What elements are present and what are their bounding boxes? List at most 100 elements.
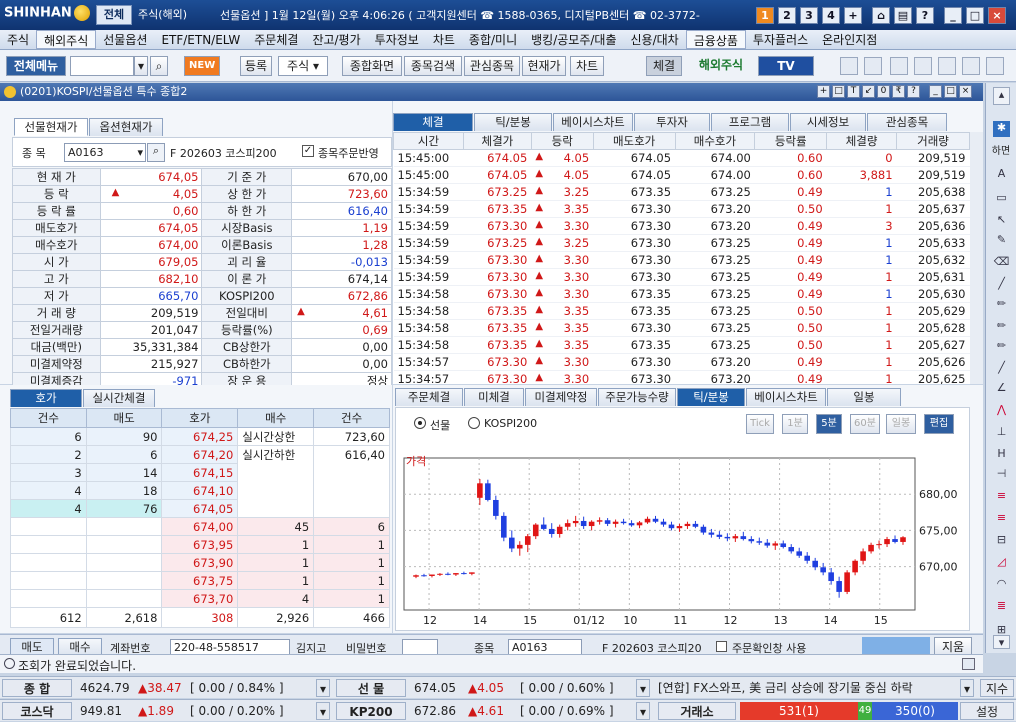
tab-options-price[interactable]: 옵션현재가 <box>89 118 163 136</box>
menu-search-input[interactable] <box>70 56 134 76</box>
window-add-button[interactable]: + <box>817 85 830 98</box>
scroll-down-icon[interactable]: ▾ <box>993 635 1010 649</box>
maximize-button[interactable]: □ <box>966 7 984 24</box>
fib-tool-icon[interactable]: ≡ <box>993 489 1010 503</box>
kosdaq-dropdown[interactable]: ▾ <box>316 702 330 720</box>
line-tool-icon[interactable]: ╱ <box>993 277 1010 291</box>
help-icon[interactable]: ? <box>916 7 934 24</box>
tab-chart-5[interactable]: 베이시스차트 <box>746 388 826 406</box>
interval-1min[interactable]: 1분 <box>782 414 808 434</box>
news-ticker[interactable]: [연합] FX스와프, 美 금리 상승에 장기물 중심 하락 <box>658 679 913 697</box>
ask-qty[interactable]: 6 <box>85 445 163 464</box>
menu-order[interactable]: 주문체결 <box>247 30 305 49</box>
interval-tick[interactable]: Tick <box>746 414 774 434</box>
window-restore-button[interactable]: □ <box>832 85 845 98</box>
interval-5min[interactable]: 5분 <box>816 414 842 434</box>
fan-tool-icon[interactable]: ◿ <box>993 555 1010 569</box>
tab-trade-5[interactable]: 시세정보 <box>790 113 866 131</box>
clear-button[interactable]: 지움 <box>934 637 972 654</box>
tab-chart-4[interactable]: 틱/분봉 <box>677 388 745 406</box>
scroll-up-icon[interactable]: ▴ <box>993 87 1010 105</box>
trade-scrollbar[interactable] <box>970 132 983 384</box>
menu-credit[interactable]: 신용/대차 <box>624 30 686 49</box>
menu-etf[interactable]: ETF/ETN/ELW <box>154 30 247 49</box>
screen-save-icon[interactable] <box>938 57 956 75</box>
tab-trade-3[interactable]: 투자자 <box>634 113 710 131</box>
new-badge[interactable]: NEW <box>184 56 220 76</box>
page-button-4[interactable]: 4 <box>822 7 840 24</box>
menu-balance[interactable]: 잔고/평가 <box>305 30 367 49</box>
ask-qty[interactable]: 90 <box>85 427 163 446</box>
bid-price[interactable]: 674,00 <box>161 517 239 536</box>
futures-dropdown[interactable]: ▾ <box>636 679 650 697</box>
pen3-tool-icon[interactable]: ✏ <box>993 339 1010 353</box>
menu-chart[interactable]: 차트 <box>426 30 462 49</box>
radio-kospi200[interactable] <box>468 417 480 429</box>
tab-chart-6[interactable]: 일봉 <box>827 388 901 406</box>
bid-price[interactable]: 673,95 <box>161 535 239 554</box>
menu-financial-products[interactable]: 금융상품 <box>685 30 746 49</box>
index-button[interactable]: 지수 <box>980 679 1014 697</box>
window-currency-button[interactable]: ₹ <box>892 85 905 98</box>
settings-button[interactable]: 설정 <box>960 702 1014 720</box>
tab-trade-2[interactable]: 베이시스차트 <box>553 113 633 131</box>
bid-qty[interactable]: 45 <box>237 517 315 536</box>
diag-line-icon[interactable]: ╱ <box>993 361 1010 375</box>
page-button-2[interactable]: 2 <box>778 7 796 24</box>
account-select[interactable]: 220-48-558517 <box>170 639 290 654</box>
ask-qty[interactable]: 18 <box>85 481 163 500</box>
search-icon[interactable]: ⌕ <box>147 143 165 162</box>
chart-button[interactable]: 차트 <box>570 56 604 76</box>
tab-chart-1[interactable]: 미체결 <box>464 388 524 406</box>
pen2-tool-icon[interactable]: ✏ <box>993 319 1010 333</box>
ask-price[interactable]: 674,10 <box>161 481 239 500</box>
register-button[interactable]: 등록 <box>240 56 272 76</box>
ask-qty[interactable]: 14 <box>85 463 163 482</box>
status-expand-icon[interactable] <box>962 658 975 670</box>
window-close-button[interactable]: × <box>959 85 972 98</box>
trade-button[interactable]: 체결 <box>646 56 682 76</box>
tab-chart-2[interactable]: 미결제약정 <box>525 388 597 406</box>
tab-chart-3[interactable]: 주문가능수량 <box>598 388 676 406</box>
cross-tool-icon[interactable]: ⊣ <box>993 467 1010 481</box>
print-icon[interactable]: ▤ <box>894 7 912 24</box>
tab-trade-1[interactable]: 틱/분봉 <box>474 113 552 131</box>
interval-daily[interactable]: 일봉 <box>886 414 916 434</box>
window-t-button[interactable]: T <box>847 85 860 98</box>
bid-qty[interactable]: 1 <box>237 553 315 572</box>
menu-mini[interactable]: 종합/미니 <box>462 30 524 49</box>
menu-banking[interactable]: 뱅킹/공모주/대출 <box>524 30 623 49</box>
tab-chart-0[interactable]: 주문체결 <box>395 388 463 406</box>
bid-qty[interactable]: 1 <box>237 535 315 554</box>
all-tool-icon[interactable]: ✎ <box>993 233 1010 247</box>
print-icon[interactable] <box>840 57 858 75</box>
ask-price[interactable]: 674,25 <box>161 427 239 446</box>
tab-trade-4[interactable]: 프로그램 <box>711 113 789 131</box>
bid-price[interactable]: 673,70 <box>161 589 239 608</box>
tab-overseas-stock[interactable]: 주식(해외) <box>138 6 187 22</box>
edit-button[interactable]: 편집 <box>924 414 954 434</box>
order-reflect-checkbox[interactable]: ✓ <box>302 145 314 157</box>
bid-price[interactable]: 673,75 <box>161 571 239 590</box>
gear-icon[interactable] <box>890 57 908 75</box>
news-dropdown[interactable]: ▾ <box>960 679 974 697</box>
radio-futures[interactable] <box>414 417 426 429</box>
chevron-down-icon[interactable]: ▾ <box>134 56 148 76</box>
lock-icon[interactable] <box>962 57 980 75</box>
ask-qty[interactable]: 76 <box>85 499 163 518</box>
menu-invest-plus[interactable]: 투자플러스 <box>746 30 815 49</box>
menu-stock[interactable]: 주식 <box>0 30 36 49</box>
bid-price[interactable]: 673,90 <box>161 553 239 572</box>
menu-invest-info[interactable]: 투자정보 <box>368 30 426 49</box>
ask-price[interactable]: 674,20 <box>161 445 239 464</box>
home-icon[interactable]: ⌂ <box>872 7 890 24</box>
menu-online-branch[interactable]: 온라인지점 <box>815 30 884 49</box>
interest-stock-button[interactable]: 관심종목 <box>464 56 520 76</box>
order-confirm-checkbox[interactable] <box>716 641 727 652</box>
fr-tool-icon[interactable]: ≣ <box>993 599 1010 613</box>
search-icon[interactable]: ⌕ <box>150 56 168 76</box>
tab-trade-0[interactable]: 체결 <box>393 113 473 131</box>
kp200-dropdown[interactable]: ▾ <box>636 702 650 720</box>
page-add-button[interactable]: + <box>844 7 862 24</box>
order-button[interactable] <box>862 637 930 654</box>
